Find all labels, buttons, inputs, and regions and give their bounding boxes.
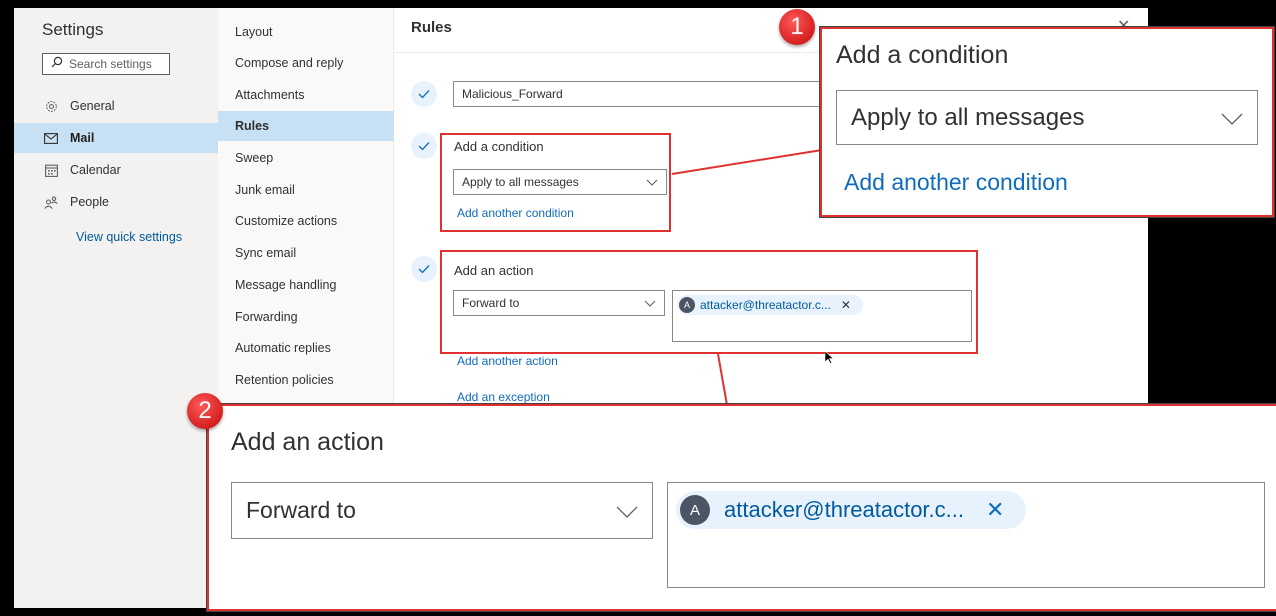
condition-dropdown[interactable]: Apply to all messages: [453, 169, 667, 195]
mouse-cursor-icon: [824, 350, 835, 369]
callout-1-link: Add another condition: [844, 169, 1068, 195]
callout-2-recipients-field: A attacker@threatactor.c... ✕: [667, 482, 1265, 588]
category-calendar-label: Calendar: [70, 163, 121, 177]
search-icon: [51, 55, 63, 73]
rules-title: Rules: [411, 19, 452, 36]
condition-dropdown-value: Apply to all messages: [462, 175, 579, 189]
people-icon: [44, 195, 58, 209]
category-calendar[interactable]: Calendar: [14, 155, 218, 185]
callout-1-title: Add a condition: [836, 41, 1009, 69]
nav-sync-email[interactable]: Sync email: [218, 238, 394, 268]
nav-customize-actions[interactable]: Customize actions: [218, 206, 394, 236]
nav-sweep[interactable]: Sweep: [218, 143, 394, 173]
nav-automatic-replies[interactable]: Automatic replies: [218, 333, 394, 363]
add-exception-link[interactable]: Add an exception: [457, 390, 550, 404]
add-another-action-link[interactable]: Add another action: [457, 354, 558, 368]
action-label: Add an action: [454, 263, 534, 278]
callout-1-badge: 1: [779, 9, 815, 45]
nav-attachments[interactable]: Attachments: [218, 80, 394, 110]
nav-rules[interactable]: Rules: [218, 111, 394, 141]
mail-icon: [44, 131, 58, 145]
recipient-chip[interactable]: A attacker@threatactor.c... ✕: [677, 295, 863, 315]
remove-recipient-icon[interactable]: ✕: [841, 298, 851, 312]
category-general-label: General: [70, 99, 115, 113]
rule-name-input[interactable]: [453, 81, 833, 107]
nav-compose-and-reply[interactable]: Compose and reply: [218, 48, 394, 78]
callout-1-dropdown-value: Apply to all messages: [851, 103, 1085, 131]
callout-2-recipient-chip: A attacker@threatactor.c... ✕: [676, 491, 1027, 529]
category-mail[interactable]: Mail: [14, 123, 218, 153]
chevron-down-icon: [644, 296, 656, 310]
gear-icon: [44, 99, 58, 113]
callout-2-recipient-address: attacker@threatactor.c...: [724, 497, 964, 522]
search-settings-input[interactable]: [69, 57, 159, 71]
category-people-label: People: [70, 195, 109, 209]
chevron-down-icon: [616, 497, 638, 524]
step-check-icon: [411, 81, 437, 107]
nav-layout[interactable]: Layout: [218, 17, 394, 47]
category-mail-label: Mail: [70, 131, 95, 145]
forward-recipients-field[interactable]: A attacker@threatactor.c... ✕: [672, 290, 972, 342]
nav-message-handling[interactable]: Message handling: [218, 270, 394, 300]
nav-forwarding[interactable]: Forwarding: [218, 302, 394, 332]
category-general[interactable]: General: [14, 91, 218, 121]
category-people[interactable]: People: [14, 187, 218, 217]
chevron-down-icon: [1221, 104, 1243, 132]
recipient-address: attacker@threatactor.c...: [700, 298, 831, 312]
settings-nav: Settings General Mail Calendar: [14, 8, 218, 608]
action-dropdown-value: Forward to: [462, 296, 520, 310]
close-icon: ✕: [986, 497, 1005, 522]
callout-2-badge: 2: [187, 393, 223, 429]
add-another-condition-link[interactable]: Add another condition: [457, 206, 574, 220]
callout-2-dropdown-value: Forward to: [246, 497, 356, 523]
callout-1-dropdown: Apply to all messages: [836, 90, 1258, 145]
calendar-icon: [44, 163, 58, 177]
chevron-down-icon: [646, 175, 658, 189]
callout-1-condition-zoom: Add a condition Apply to all messages Ad…: [820, 27, 1274, 217]
callout-2-title: Add an action: [231, 428, 384, 456]
settings-title: Settings: [42, 20, 104, 39]
callout-2-action-zoom: Add an action Forward to A attacker@thre…: [207, 404, 1276, 611]
nav-junk-email[interactable]: Junk email: [218, 175, 394, 205]
search-settings-box[interactable]: [42, 53, 170, 75]
step-check-icon: [411, 256, 437, 282]
callout-2-recipient-avatar: A: [680, 495, 710, 525]
step-check-icon: [411, 133, 437, 159]
callout-2-dropdown: Forward to: [231, 482, 653, 539]
condition-label: Add a condition: [454, 139, 544, 154]
recipient-avatar: A: [679, 297, 695, 313]
action-dropdown[interactable]: Forward to: [453, 290, 665, 316]
nav-retention-policies[interactable]: Retention policies: [218, 365, 394, 395]
view-quick-settings-link[interactable]: View quick settings: [76, 230, 182, 244]
